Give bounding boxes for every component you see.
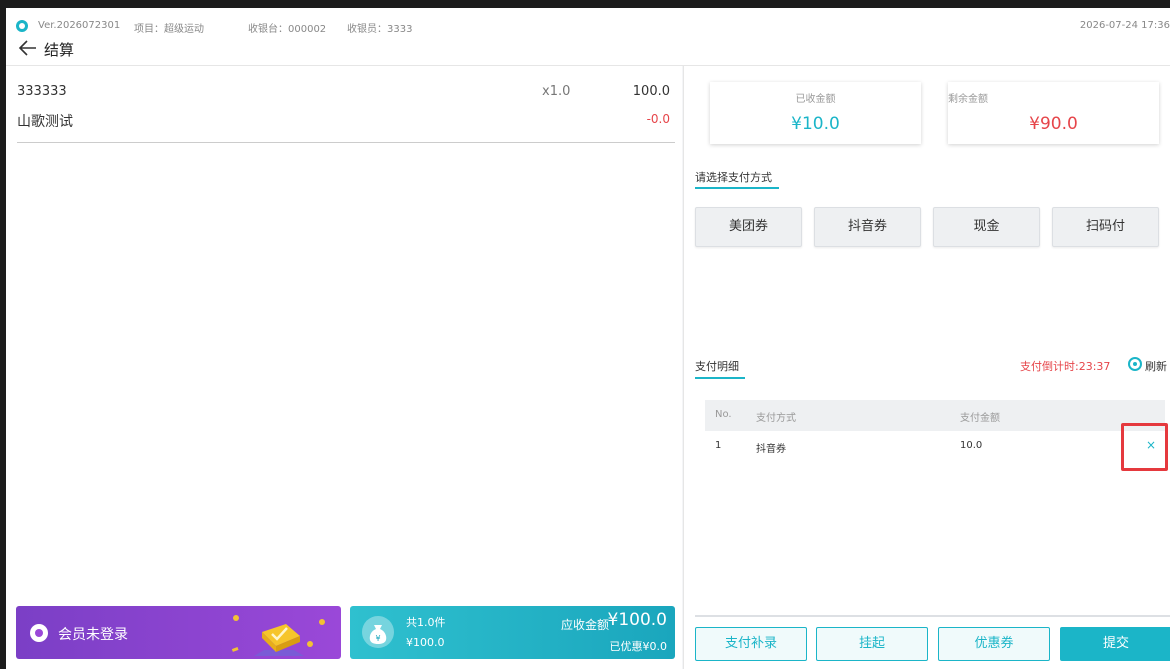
member-login-card[interactable]: 会员未登录 (16, 606, 341, 659)
refresh-button[interactable]: 刷新 (1145, 358, 1167, 374)
row-no: 1 (715, 440, 722, 451)
item-count: 共1.0件 (406, 616, 446, 629)
gold-bars-illustration (231, 615, 325, 656)
checkout-window: Ver.2026072301 项目：超级运动 收银台：000002 收银员：33… (6, 8, 1170, 669)
refresh-icon[interactable] (1128, 357, 1142, 371)
svg-text:¥: ¥ (375, 634, 380, 643)
order-total: ¥100.0 (406, 636, 445, 649)
payment-countdown: 支付倒计时:23:37 (1020, 360, 1111, 373)
received-value: ¥10.0 (791, 114, 840, 134)
coupon-button[interactable]: 优惠券 (938, 627, 1050, 661)
discount-total: 已优惠¥0.0 (609, 640, 668, 653)
money-bag-icon: ¥ (362, 616, 394, 648)
actions-divider (695, 615, 1170, 617)
back-arrow-icon[interactable] (18, 39, 38, 57)
column-header-no: No. (715, 409, 732, 420)
payment-methods-underline (695, 187, 779, 189)
payment-details-table: No. 支付方式 支付金额 1 抖音券 10.0 × (705, 400, 1165, 462)
remaining-label: 剩余金额 (948, 94, 988, 105)
item-price: 100.0 (632, 84, 670, 99)
received-label: 已收金额 (795, 94, 836, 105)
table-header: No. 支付方式 支付金额 (705, 400, 1165, 431)
pay-douyin-button[interactable]: 抖音券 (814, 207, 921, 247)
payment-details-underline (695, 377, 745, 379)
column-header-method: 支付方式 (756, 413, 796, 424)
remaining-value: ¥90.0 (1029, 114, 1078, 134)
item-name: 333333 (17, 84, 67, 99)
highlight-annotation-box (1121, 423, 1168, 471)
column-header-amount: 支付金额 (960, 413, 1000, 424)
supplement-payment-button[interactable]: 支付补录 (695, 627, 807, 661)
pay-cash-button[interactable]: 现金 (933, 207, 1040, 247)
page-title: 结算 (44, 41, 75, 59)
row-method: 抖音券 (756, 444, 786, 455)
payment-methods-title: 请选择支付方式 (695, 171, 772, 184)
amount-due-label: 应收金额 (560, 618, 609, 632)
project-label: 项目：超级运动 (134, 24, 204, 35)
payment-panel: 已收金额 ¥10.0 剩余金额 ¥90.0 请选择支付方式 美团券 抖音券 现金… (683, 66, 1170, 669)
pay-meituan-button[interactable]: 美团券 (695, 207, 802, 247)
table-row: 1 抖音券 10.0 × (705, 431, 1165, 462)
remaining-amount-box: 剩余金额 ¥90.0 (948, 82, 1159, 144)
item-divider (17, 142, 675, 143)
order-panel: 333333 x1.0 100.0 山歌测试 -0.0 会员未登录 ¥ 共1.0… (6, 66, 682, 669)
version-label: Ver.2026072301 (38, 20, 121, 31)
item-quantity: x1.0 (542, 84, 571, 99)
row-amount: 10.0 (960, 440, 983, 451)
amount-due-value: ¥100.0 (607, 610, 667, 630)
submit-button[interactable]: 提交 (1060, 627, 1170, 661)
datetime-label: 2026-07-24 17:36 (1079, 20, 1170, 31)
cashier-label: 收银员：3333 (347, 24, 413, 35)
item-sub-name: 山歌测试 (17, 114, 73, 130)
member-status-label: 会员未登录 (58, 627, 128, 643)
member-icon (30, 624, 48, 642)
pay-scan-button[interactable]: 扫码付 (1052, 207, 1159, 247)
app-logo-icon (16, 20, 28, 32)
top-header: Ver.2026072301 项目：超级运动 收银台：000002 收银员：33… (6, 8, 1170, 66)
counter-label: 收银台：000002 (248, 24, 327, 35)
payment-details-title: 支付明细 (695, 360, 739, 373)
hold-order-button[interactable]: 挂起 (816, 627, 928, 661)
received-amount-box: 已收金额 ¥10.0 (710, 82, 921, 144)
item-discount: -0.0 (646, 112, 670, 126)
order-summary-card: ¥ 共1.0件 ¥100.0 应收金额 ¥100.0 已优惠¥0.0 (350, 606, 675, 659)
